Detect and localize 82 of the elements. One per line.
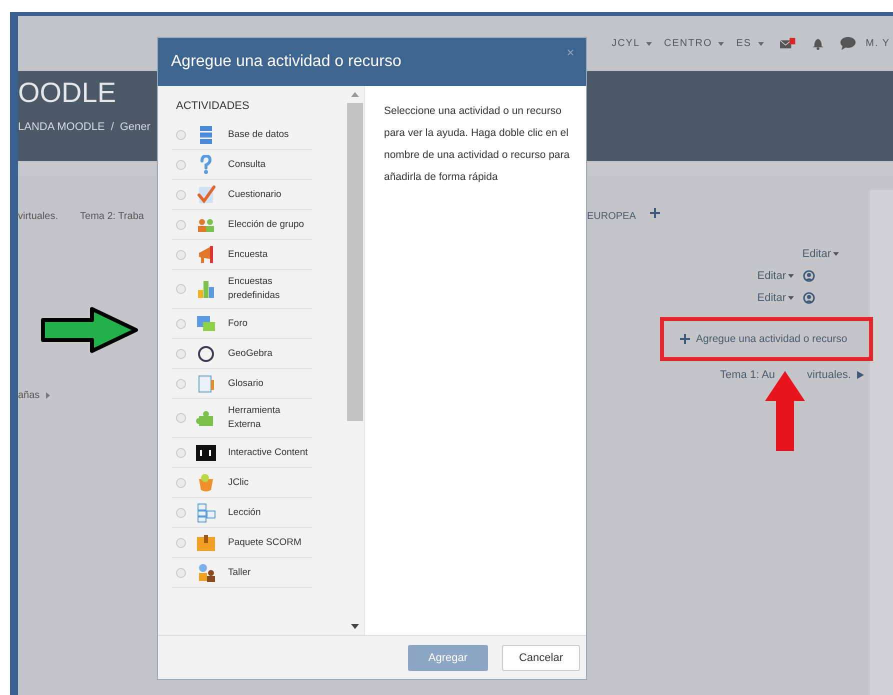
- section-tab[interactable]: EUROPEA: [587, 211, 636, 222]
- edit-menu[interactable]: Editar: [802, 248, 845, 260]
- caret-icon: [788, 296, 794, 300]
- activity-option[interactable]: Elección de grupo: [172, 210, 312, 240]
- help-text: Seleccione una actividad o un recurso para ver la ayuda. Haga doble clic en el nombre de una actividad o recurso para añadirla de forma rápida: [384, 104, 571, 185]
- logo-icon: [196, 442, 216, 462]
- right-arrow-icon: [857, 371, 864, 379]
- radio-button[interactable]: [176, 190, 186, 200]
- ring-icon: [196, 344, 216, 364]
- activity-option[interactable]: Herramienta Externa: [172, 399, 312, 438]
- caret-icon: [788, 274, 794, 278]
- close-icon[interactable]: [567, 48, 574, 56]
- activity-option[interactable]: GeoGebra: [172, 339, 312, 369]
- radio-button[interactable]: [176, 250, 186, 260]
- puzzle-icon: [196, 408, 216, 428]
- category-heading: ACTIVIDADES: [175, 99, 250, 114]
- activity-option[interactable]: Taller: [172, 558, 312, 588]
- caret-icon: [718, 42, 724, 46]
- radio-button[interactable]: [176, 348, 186, 358]
- cancel-button[interactable]: Cancelar: [502, 644, 580, 670]
- user-icon: [803, 292, 815, 304]
- site-title: OODLE: [18, 76, 116, 110]
- plus-icon: [680, 334, 690, 344]
- diagram-icon: [196, 502, 216, 522]
- dialog-title: Agregue una actividad o recurso: [171, 53, 402, 71]
- activity-option[interactable]: JClic: [172, 468, 312, 498]
- package-icon: [196, 532, 216, 552]
- activity-option[interactable]: Interactive Content: [172, 438, 312, 468]
- document-icon: [196, 374, 216, 394]
- breadcrumb-link[interactable]: Gener: [120, 121, 150, 133]
- section-tab[interactable]: virtuales.: [18, 211, 58, 222]
- right-caret-icon: [46, 392, 50, 399]
- breadcrumb-link[interactable]: LANDA MOODLE: [18, 121, 105, 133]
- cup-icon: [196, 472, 216, 492]
- radio-button[interactable]: [176, 284, 186, 294]
- radio-button[interactable]: [176, 568, 186, 578]
- radio-button[interactable]: [176, 160, 186, 170]
- activity-option[interactable]: Encuesta: [172, 240, 312, 270]
- radio-button[interactable]: [176, 130, 186, 140]
- chat-icon: [196, 314, 216, 334]
- edit-menu[interactable]: Editar: [757, 292, 815, 304]
- activity-option[interactable]: Lección: [172, 498, 312, 528]
- add-icon[interactable]: [650, 208, 660, 218]
- scrollbar[interactable]: [346, 86, 364, 635]
- radio-button[interactable]: [176, 220, 186, 230]
- nav-menu[interactable]: CENTRO: [664, 38, 712, 49]
- caret-icon: [758, 42, 764, 46]
- activity-option[interactable]: Consulta: [172, 150, 312, 180]
- radio-button[interactable]: [176, 508, 186, 518]
- radio-button[interactable]: [176, 538, 186, 548]
- activity-option[interactable]: Cuestionario: [172, 180, 312, 210]
- user-menu[interactable]: M. Y: [866, 38, 890, 49]
- radio-button[interactable]: [176, 478, 186, 488]
- caret-icon: [833, 252, 839, 256]
- activity-option[interactable]: Glosario: [172, 369, 312, 399]
- breadcrumb-separator: /: [110, 121, 114, 133]
- activity-option[interactable]: Base de datos: [172, 120, 312, 150]
- user-icon: [803, 270, 815, 282]
- megaphone-icon: [196, 244, 216, 264]
- activity-option[interactable]: Foro: [172, 309, 312, 339]
- scroll-down-icon[interactable]: [351, 624, 359, 629]
- radio-button[interactable]: [176, 413, 186, 423]
- add-activity-link[interactable]: Agregue una actividad o recurso: [664, 333, 848, 345]
- radio-button[interactable]: [176, 378, 186, 388]
- activity-option[interactable]: Encuestas predefinidas: [172, 270, 312, 309]
- chat-icon[interactable]: [840, 37, 856, 50]
- section-tab[interactable]: Tema 2: Traba: [80, 211, 144, 222]
- caret-icon: [646, 42, 652, 46]
- next-section-link[interactable]: Tema 1: Au: [720, 369, 776, 381]
- next-section-link[interactable]: virtuales.: [807, 369, 852, 381]
- scroll-up-icon[interactable]: [351, 92, 359, 97]
- radio-button[interactable]: [176, 448, 186, 458]
- mail-icon[interactable]: [780, 37, 796, 50]
- people-icon: [196, 562, 216, 582]
- nav-menu[interactable]: ES: [736, 38, 752, 49]
- edit-menu[interactable]: Editar: [757, 270, 815, 282]
- section-link[interactable]: añas: [18, 390, 40, 401]
- radio-button[interactable]: [176, 318, 186, 328]
- activity-option[interactable]: Paquete SCORM: [172, 528, 312, 558]
- nav-menu[interactable]: JCYL: [612, 38, 640, 49]
- checkmark-icon: [196, 184, 216, 204]
- bar-chart-icon: [196, 279, 216, 299]
